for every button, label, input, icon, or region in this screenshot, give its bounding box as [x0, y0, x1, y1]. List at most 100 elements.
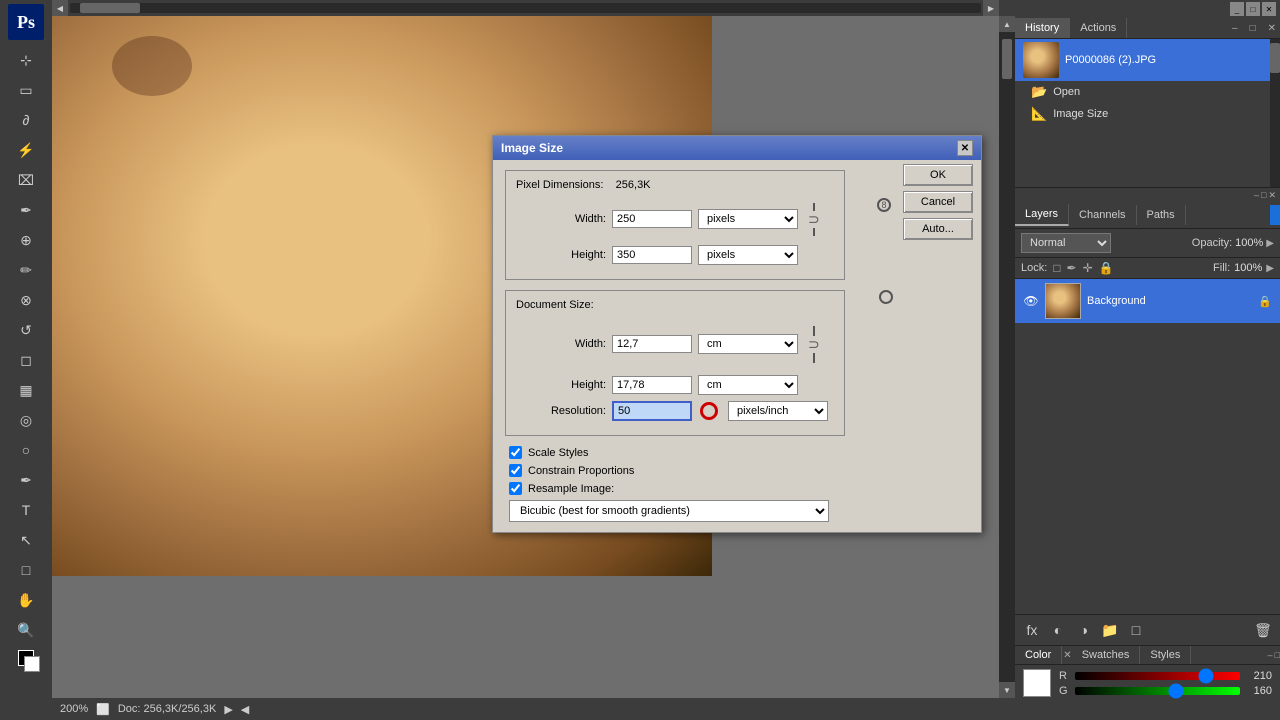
layer-group-button[interactable]: 📁	[1099, 619, 1121, 641]
resolution-unit-select[interactable]: pixels/inch pixels/cm	[728, 401, 828, 421]
zoom-tool[interactable]: 🔍	[12, 616, 40, 644]
text-tool[interactable]: T	[12, 496, 40, 524]
doc-height-unit-select[interactable]: cm inches mm	[698, 375, 798, 395]
foreground-bg-color[interactable]	[12, 646, 40, 674]
resample-checkbox[interactable]	[509, 482, 522, 495]
shape-tool[interactable]: □	[12, 556, 40, 584]
doc-height-input[interactable]	[612, 376, 692, 394]
color-maximize[interactable]: □	[1275, 650, 1280, 660]
vertical-scrollbar[interactable]: ▲ ▼	[999, 16, 1015, 698]
layer-fx-button[interactable]: fx	[1021, 619, 1043, 641]
eraser-tool[interactable]: ◻	[12, 346, 40, 374]
scale-styles-checkbox[interactable]	[509, 446, 522, 459]
history-item-imagesize[interactable]: 📐 Image Size	[1015, 103, 1270, 125]
layer-mask-button[interactable]: ◐	[1047, 619, 1069, 641]
dodge-tool[interactable]: ○	[12, 436, 40, 464]
history-panel-close[interactable]: ✕	[1264, 21, 1280, 36]
gradient-tool[interactable]: ▦	[12, 376, 40, 404]
layers-maximize[interactable]: □	[1261, 190, 1266, 200]
eyedropper-tool[interactable]: ✒	[12, 196, 40, 224]
doc-width-input[interactable]	[612, 335, 692, 353]
tab-swatches[interactable]: Swatches	[1072, 646, 1141, 664]
height-unit-select[interactable]: pixels percent	[698, 245, 798, 265]
auto-button[interactable]: Auto...	[903, 218, 973, 240]
layer-adjustment-button[interactable]: ◑	[1073, 619, 1095, 641]
tab-history[interactable]: History	[1015, 18, 1070, 38]
fill-control: Fill: 100% ▶	[1213, 262, 1274, 274]
width-label: Width:	[516, 213, 606, 225]
blend-mode-select[interactable]: Normal Multiply Screen Overlay	[1021, 233, 1111, 253]
app-logo: Ps	[8, 4, 44, 40]
close-btn[interactable]: ✕	[1262, 2, 1276, 16]
hand-tool[interactable]: ✋	[12, 586, 40, 614]
history-panel-tabs: History Actions – □ ✕	[1015, 18, 1280, 39]
marquee-tool[interactable]: ▭	[12, 76, 40, 104]
green-label: G	[1059, 685, 1071, 697]
color-tab-close[interactable]: ✕	[1063, 650, 1071, 661]
resample-method-select[interactable]: Bicubic (best for smooth gradients) Bili…	[509, 500, 829, 522]
lock-paint-icon[interactable]: ✒	[1067, 261, 1077, 275]
history-item-open[interactable]: 📂 Open	[1015, 81, 1270, 103]
tab-layers[interactable]: Layers	[1015, 204, 1069, 226]
delete-layer-button[interactable]: 🗑	[1252, 619, 1274, 641]
fill-arrow[interactable]: ▶	[1266, 263, 1274, 274]
color-minimize[interactable]: –	[1268, 650, 1273, 660]
history-panel-minimize[interactable]: –	[1228, 21, 1242, 36]
scroll-up-btn[interactable]: ▲	[999, 16, 1015, 32]
tab-paths[interactable]: Paths	[1137, 205, 1186, 225]
opacity-control: Opacity: 100% ▶	[1192, 237, 1274, 249]
color-swatch[interactable]	[1023, 669, 1051, 697]
tab-color[interactable]: Color	[1015, 646, 1062, 664]
layers-close[interactable]: ✕	[1268, 190, 1276, 201]
green-slider[interactable]	[1075, 687, 1240, 695]
history-brush-tool[interactable]: ↺	[12, 316, 40, 344]
doc-width-unit-select[interactable]: cm inches mm	[698, 334, 798, 354]
link-icon-2: ⊃	[808, 319, 820, 369]
layers-panel-tabs: Layers Channels Paths	[1015, 202, 1280, 229]
constrain-proportions-checkbox[interactable]	[509, 464, 522, 477]
opacity-label: Opacity:	[1192, 237, 1232, 249]
move-tool[interactable]: ⊹	[12, 46, 40, 74]
pixel-dimensions-title: Pixel Dimensions: 256,3K	[516, 179, 834, 191]
lock-move-icon[interactable]: ✛	[1083, 261, 1093, 275]
tab-styles[interactable]: Styles	[1140, 646, 1191, 664]
lock-all-icon[interactable]: 🔒	[1099, 261, 1114, 275]
history-panel: History Actions – □ ✕ P0000086 (2).JPG	[1015, 18, 1280, 188]
red-slider[interactable]	[1075, 672, 1240, 680]
resolution-input[interactable]	[612, 401, 692, 421]
blur-tool[interactable]: ◎	[12, 406, 40, 434]
width-unit-select[interactable]: pixels percent	[698, 209, 798, 229]
new-layer-button[interactable]: □	[1125, 619, 1147, 641]
minimize-btn[interactable]: _	[1230, 2, 1244, 16]
healing-tool[interactable]: ⊕	[12, 226, 40, 254]
history-item-snapshot[interactable]: P0000086 (2).JPG	[1015, 39, 1270, 81]
layer-eye-icon[interactable]: 👁	[1023, 293, 1039, 309]
lock-transparency-icon[interactable]: □	[1053, 261, 1060, 275]
path-selection-tool[interactable]: ↖	[12, 526, 40, 554]
width-row: Width: pixels percent ⊃ 8	[516, 199, 834, 239]
scroll-right-btn[interactable]: ▶	[983, 0, 999, 16]
height-input[interactable]	[612, 246, 692, 264]
width-input[interactable]	[612, 210, 692, 228]
crop-tool[interactable]: ⌧	[12, 166, 40, 194]
scroll-left-btn[interactable]: ◀	[52, 0, 68, 16]
cancel-button[interactable]: Cancel	[903, 191, 973, 213]
history-panel-maximize[interactable]: □	[1246, 21, 1260, 36]
tab-actions[interactable]: Actions	[1070, 18, 1127, 38]
magic-wand-tool[interactable]: ⚡	[12, 136, 40, 164]
maximize-btn[interactable]: □	[1246, 2, 1260, 16]
brush-tool[interactable]: ✏	[12, 256, 40, 284]
color-panel: Color ✕ Swatches Styles – □ R 210	[1015, 645, 1280, 720]
ok-button[interactable]: OK	[903, 164, 973, 186]
tab-channels[interactable]: Channels	[1069, 205, 1136, 225]
pen-tool[interactable]: ✒	[12, 466, 40, 494]
layer-background[interactable]: 👁 Background 🔒	[1015, 279, 1280, 323]
lasso-tool[interactable]: ∂	[12, 106, 40, 134]
clone-tool[interactable]: ⊗	[12, 286, 40, 314]
dialog-close-button[interactable]: ✕	[957, 140, 973, 156]
doc-width-row: Width: cm inches mm ⊃	[516, 319, 834, 369]
green-value: 160	[1244, 685, 1272, 697]
scroll-down-btn[interactable]: ▼	[999, 682, 1015, 698]
layers-minimize[interactable]: –	[1254, 190, 1259, 200]
opacity-arrow[interactable]: ▶	[1266, 238, 1274, 249]
